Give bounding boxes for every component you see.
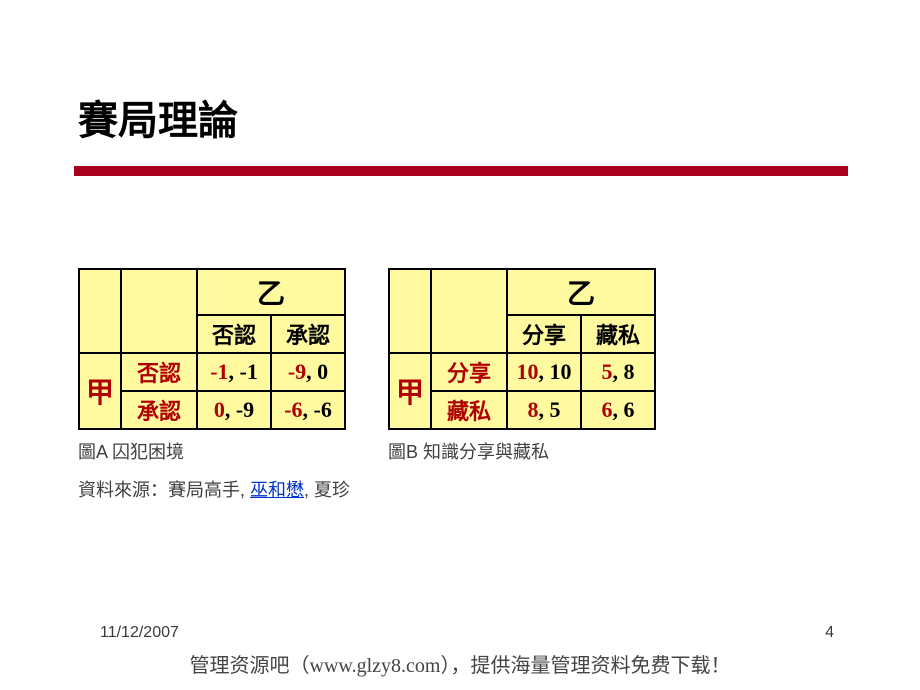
payoff-row: -6 (284, 397, 302, 422)
blank-cell (121, 269, 197, 353)
payoff-sep: , (225, 397, 236, 422)
payoff-row: -9 (288, 359, 306, 384)
blank-cell (79, 269, 121, 353)
table-b-block: 乙 分享 藏私 甲 分享 10, 10 5, 8 藏私 8, 5 6, 6 圖B… (388, 268, 656, 464)
source-line: 資料來源：賽局高手, 巫和懋, 夏珍 (0, 464, 920, 502)
payoff-matrix-b: 乙 分享 藏私 甲 分享 10, 10 5, 8 藏私 8, 5 6, 6 (388, 268, 656, 430)
row-strategy: 承認 (121, 391, 197, 429)
payoff-col: -6 (314, 397, 332, 422)
blank-cell (389, 269, 431, 353)
payoff-row: -1 (210, 359, 228, 384)
payoff-cell: -9, 0 (271, 353, 345, 391)
table-b-caption: 圖B 知識分享與藏私 (388, 438, 656, 464)
payoff-col: 0 (317, 359, 328, 384)
table-a-block: 乙 否認 承認 甲 否認 -1, -1 -9, 0 承認 0, -9 -6, -… (78, 268, 346, 464)
source-prefix: 資料來源：賽局高手, (78, 480, 250, 500)
payoff-sep: , (613, 397, 624, 422)
payoff-cell: 0, -9 (197, 391, 271, 429)
col-player-label: 乙 (507, 269, 655, 315)
col-strategy: 分享 (507, 315, 581, 353)
source-link[interactable]: 巫和懋 (250, 480, 304, 500)
payoff-row: 6 (602, 397, 613, 422)
payoff-col: 5 (550, 397, 561, 422)
table-a-caption: 圖A 囚犯困境 (78, 438, 346, 464)
payoff-row: 8 (528, 397, 539, 422)
payoff-row: 5 (602, 359, 613, 384)
footer-note: 管理资源吧（www.glzy8.com），提供海量管理资料免费下载！ (0, 649, 920, 678)
payoff-cell: 6, 6 (581, 391, 655, 429)
row-strategy: 藏私 (431, 391, 507, 429)
row-player-label: 甲 (79, 353, 121, 429)
title-rule (74, 166, 848, 176)
row-player-label: 甲 (389, 353, 431, 429)
payoff-sep: , (539, 359, 550, 384)
source-suffix: , 夏珍 (304, 480, 350, 500)
payoff-col: -1 (240, 359, 258, 384)
payoff-col: 10 (550, 359, 572, 384)
payoff-col: -9 (236, 397, 254, 422)
content-area: 乙 否認 承認 甲 否認 -1, -1 -9, 0 承認 0, -9 -6, -… (0, 176, 920, 464)
payoff-sep: , (613, 359, 624, 384)
payoff-cell: 8, 5 (507, 391, 581, 429)
footer-page-number: 4 (825, 624, 834, 642)
payoff-cell: -1, -1 (197, 353, 271, 391)
col-strategy: 否認 (197, 315, 271, 353)
footer-date: 11/12/2007 (100, 624, 179, 642)
payoff-col: 8 (624, 359, 635, 384)
col-player-label: 乙 (197, 269, 345, 315)
payoff-row: 0 (214, 397, 225, 422)
row-strategy: 否認 (121, 353, 197, 391)
payoff-cell: 5, 8 (581, 353, 655, 391)
payoff-col: 6 (624, 397, 635, 422)
row-strategy: 分享 (431, 353, 507, 391)
payoff-sep: , (306, 359, 317, 384)
payoff-sep: , (229, 359, 240, 384)
payoff-cell: 10, 10 (507, 353, 581, 391)
payoff-matrix-a: 乙 否認 承認 甲 否認 -1, -1 -9, 0 承認 0, -9 -6, -… (78, 268, 346, 430)
col-strategy: 藏私 (581, 315, 655, 353)
payoff-sep: , (539, 397, 550, 422)
payoff-cell: -6, -6 (271, 391, 345, 429)
payoff-row: 10 (517, 359, 539, 384)
payoff-sep: , (303, 397, 314, 422)
slide-title: 賽局理論 (0, 0, 920, 166)
col-strategy: 承認 (271, 315, 345, 353)
blank-cell (431, 269, 507, 353)
